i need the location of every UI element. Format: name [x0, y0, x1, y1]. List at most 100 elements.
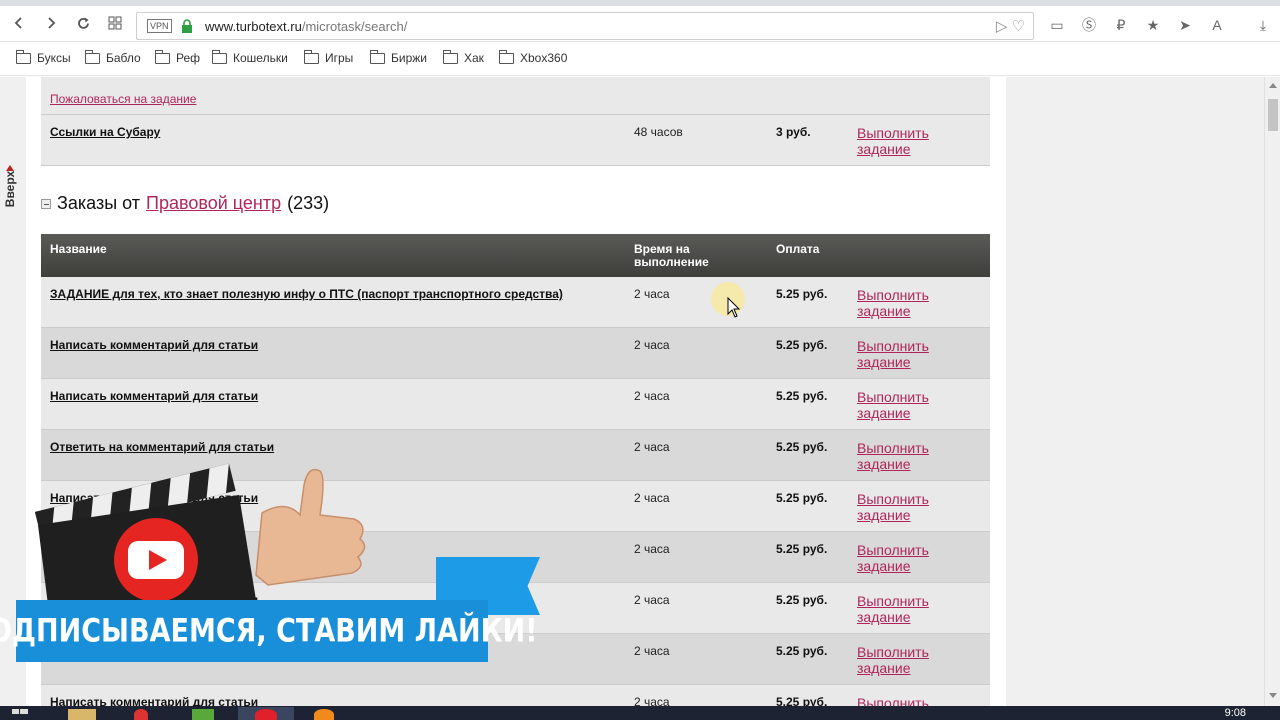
task-pay: 5.25 руб. [776, 644, 828, 658]
task-pay: 5.25 руб. [776, 695, 828, 706]
folder-icon [499, 49, 514, 64]
task-name-link[interactable]: Написать комментарий для статьи [50, 338, 258, 352]
do-task-link[interactable]: Выполнить задание [857, 593, 957, 625]
vpn-badge[interactable]: VPN [147, 19, 172, 33]
taskbar-chrome-icon[interactable] [120, 707, 176, 720]
start-button[interactable] [10, 707, 40, 720]
ruble-icon[interactable]: ₽ [1110, 14, 1132, 36]
promo-banner: ПОДПИСЫВАЕМСЯ, СТАВИМ ЛАЙКИ! [0, 600, 538, 662]
download-icon[interactable]: ⤓ [1252, 14, 1274, 36]
extension-se-icon[interactable]: Ⓢ [1078, 14, 1100, 36]
promo-text: ПОДПИСЫВАЕМСЯ, СТАВИМ ЛАЙКИ! [0, 612, 538, 650]
task-time: 2 часа [634, 389, 670, 403]
downloads-panel-icon[interactable]: ▭ [1046, 14, 1068, 36]
task-pay: 5.25 руб. [776, 593, 828, 607]
reload-icon[interactable] [72, 12, 94, 34]
table-header: Название Время на выполнение Оплата [41, 234, 990, 277]
folder-icon [155, 49, 170, 64]
extension-a-icon[interactable]: A [1206, 14, 1228, 36]
taskbar: 9:08 [0, 706, 1280, 720]
subscribe-promo-overlay: ПОДПИСЫВАЕМСЯ, СТАВИМ ЛАЙКИ! [0, 455, 544, 667]
task-time: 2 часа [634, 440, 670, 454]
bookmark-folder[interactable]: Реф [155, 49, 200, 65]
taskbar-clock: 9:08 [1224, 707, 1246, 719]
table-row: Ссылки на Субару 48 часов 3 руб. Выполни… [41, 115, 990, 166]
task-pay: 5.25 руб. [776, 338, 828, 352]
scroll-down-icon[interactable] [1269, 693, 1277, 698]
task-pay: 5.25 руб. [776, 542, 828, 556]
task-time: 2 часа [634, 491, 670, 505]
task-time: 2 часа [634, 593, 670, 607]
do-task-link[interactable]: Выполнить задание [857, 491, 957, 523]
do-task-link[interactable]: Выполнить [857, 695, 957, 706]
bookmark-folder[interactable]: Кошельки [212, 49, 288, 65]
taskbar-app-icon[interactable] [180, 707, 236, 720]
do-task-link[interactable]: Выполнить задание [857, 644, 957, 676]
star-icon[interactable]: ★ [1142, 14, 1164, 36]
header-time: Время на выполнение [634, 242, 709, 269]
bookmark-folder[interactable]: Xbox360 [499, 49, 567, 65]
task-pay: 5.25 руб. [776, 491, 828, 505]
clapperboard-thumbs-up-image [34, 463, 366, 605]
scroll-thumb[interactable] [1268, 99, 1278, 131]
complain-link[interactable]: Пожаловаться на задание [50, 92, 196, 106]
scroll-up-icon[interactable] [1269, 83, 1277, 88]
task-time: 2 часа [634, 695, 670, 706]
task-time: 48 часов [634, 125, 683, 139]
folder-icon [16, 49, 31, 64]
bookmark-folder[interactable]: Игры [304, 49, 353, 65]
owner-link[interactable]: Правовой центр [146, 193, 281, 214]
task-pay: 5.25 руб. [776, 287, 828, 301]
bookmark-folder[interactable]: Хак [443, 49, 484, 65]
table-row: Написать комментарий для статьи 2 часа 5.2… [41, 379, 990, 430]
task-time: 2 часа [634, 644, 670, 658]
do-task-link[interactable]: Выполнить задание [857, 287, 957, 319]
bookmark-folder[interactable]: Биржи [370, 49, 427, 65]
taskbar-explorer-icon[interactable] [60, 707, 116, 720]
table-row: Написать комментарий для статьи 2 часа 5.2… [41, 328, 990, 379]
do-task-link[interactable]: Выполнить задание [857, 125, 957, 157]
lock-icon [182, 19, 192, 33]
scrollbar[interactable] [1264, 77, 1280, 706]
task-name-link[interactable]: Написать комментарий для статьи [50, 695, 258, 706]
order-count: (233) [287, 193, 330, 213]
folder-icon [85, 49, 100, 64]
bookmark-folder[interactable]: Буксы [16, 49, 71, 65]
table-row: ЗАДАНИЕ для тех, кто знает полезную инфу… [41, 277, 990, 328]
taskbar-opera-icon[interactable] [238, 707, 294, 720]
task-time: 2 часа [634, 287, 670, 301]
url-text[interactable]: www.turbotext.ru/microtask/search/ [205, 19, 407, 34]
header-name: Название [50, 242, 107, 256]
bookmarks-bar: Буксы Бабло Реф Кошельки Игры Биржи Хак … [0, 42, 1280, 76]
folder-icon [370, 49, 385, 64]
do-task-link[interactable]: Выполнить задание [857, 338, 957, 370]
task-pay: 5.25 руб. [776, 440, 828, 454]
do-task-link[interactable]: Выполнить задание [857, 389, 957, 421]
task-pay: 5.25 руб. [776, 389, 828, 403]
extension-arrow-icon[interactable]: ➤ [1174, 14, 1196, 36]
task-name-link[interactable]: Написать комментарий для статьи [50, 389, 258, 403]
table-row: Пожаловаться на задание [41, 77, 990, 115]
task-time: 2 часа [634, 542, 670, 556]
mouse-cursor-icon [727, 297, 741, 318]
scroll-to-top-label: Вверх [3, 170, 18, 208]
task-name-link[interactable]: Ответить на комментарий для статьи [50, 440, 274, 454]
bookmark-folder[interactable]: Бабло [85, 49, 141, 65]
task-name-link[interactable]: ЗАДАНИЕ для тех, кто знает полезную инфу… [50, 287, 563, 301]
folder-icon [212, 49, 227, 64]
section-title: Заказы от Правовой центр (233) [41, 193, 329, 214]
back-icon[interactable] [8, 12, 30, 34]
address-bar[interactable]: VPN www.turbotext.ru/microtask/search/ ▷… [136, 12, 1034, 40]
bookmark-heart-icon[interactable]: ▷ ♡ [996, 17, 1025, 35]
speed-dial-icon[interactable] [104, 12, 126, 34]
collapse-icon[interactable] [41, 198, 51, 209]
tab-strip [0, 0, 1280, 6]
task-name-link[interactable]: Ссылки на Субару [50, 125, 160, 139]
table-row: Написать комментарий для статьи 2 часа 5.2… [41, 685, 990, 706]
folder-icon [443, 49, 458, 64]
taskbar-browser-icon[interactable] [300, 707, 356, 720]
forward-icon[interactable] [40, 12, 62, 34]
do-task-link[interactable]: Выполнить задание [857, 542, 957, 574]
do-task-link[interactable]: Выполнить задание [857, 440, 957, 472]
task-pay: 3 руб. [776, 125, 811, 139]
